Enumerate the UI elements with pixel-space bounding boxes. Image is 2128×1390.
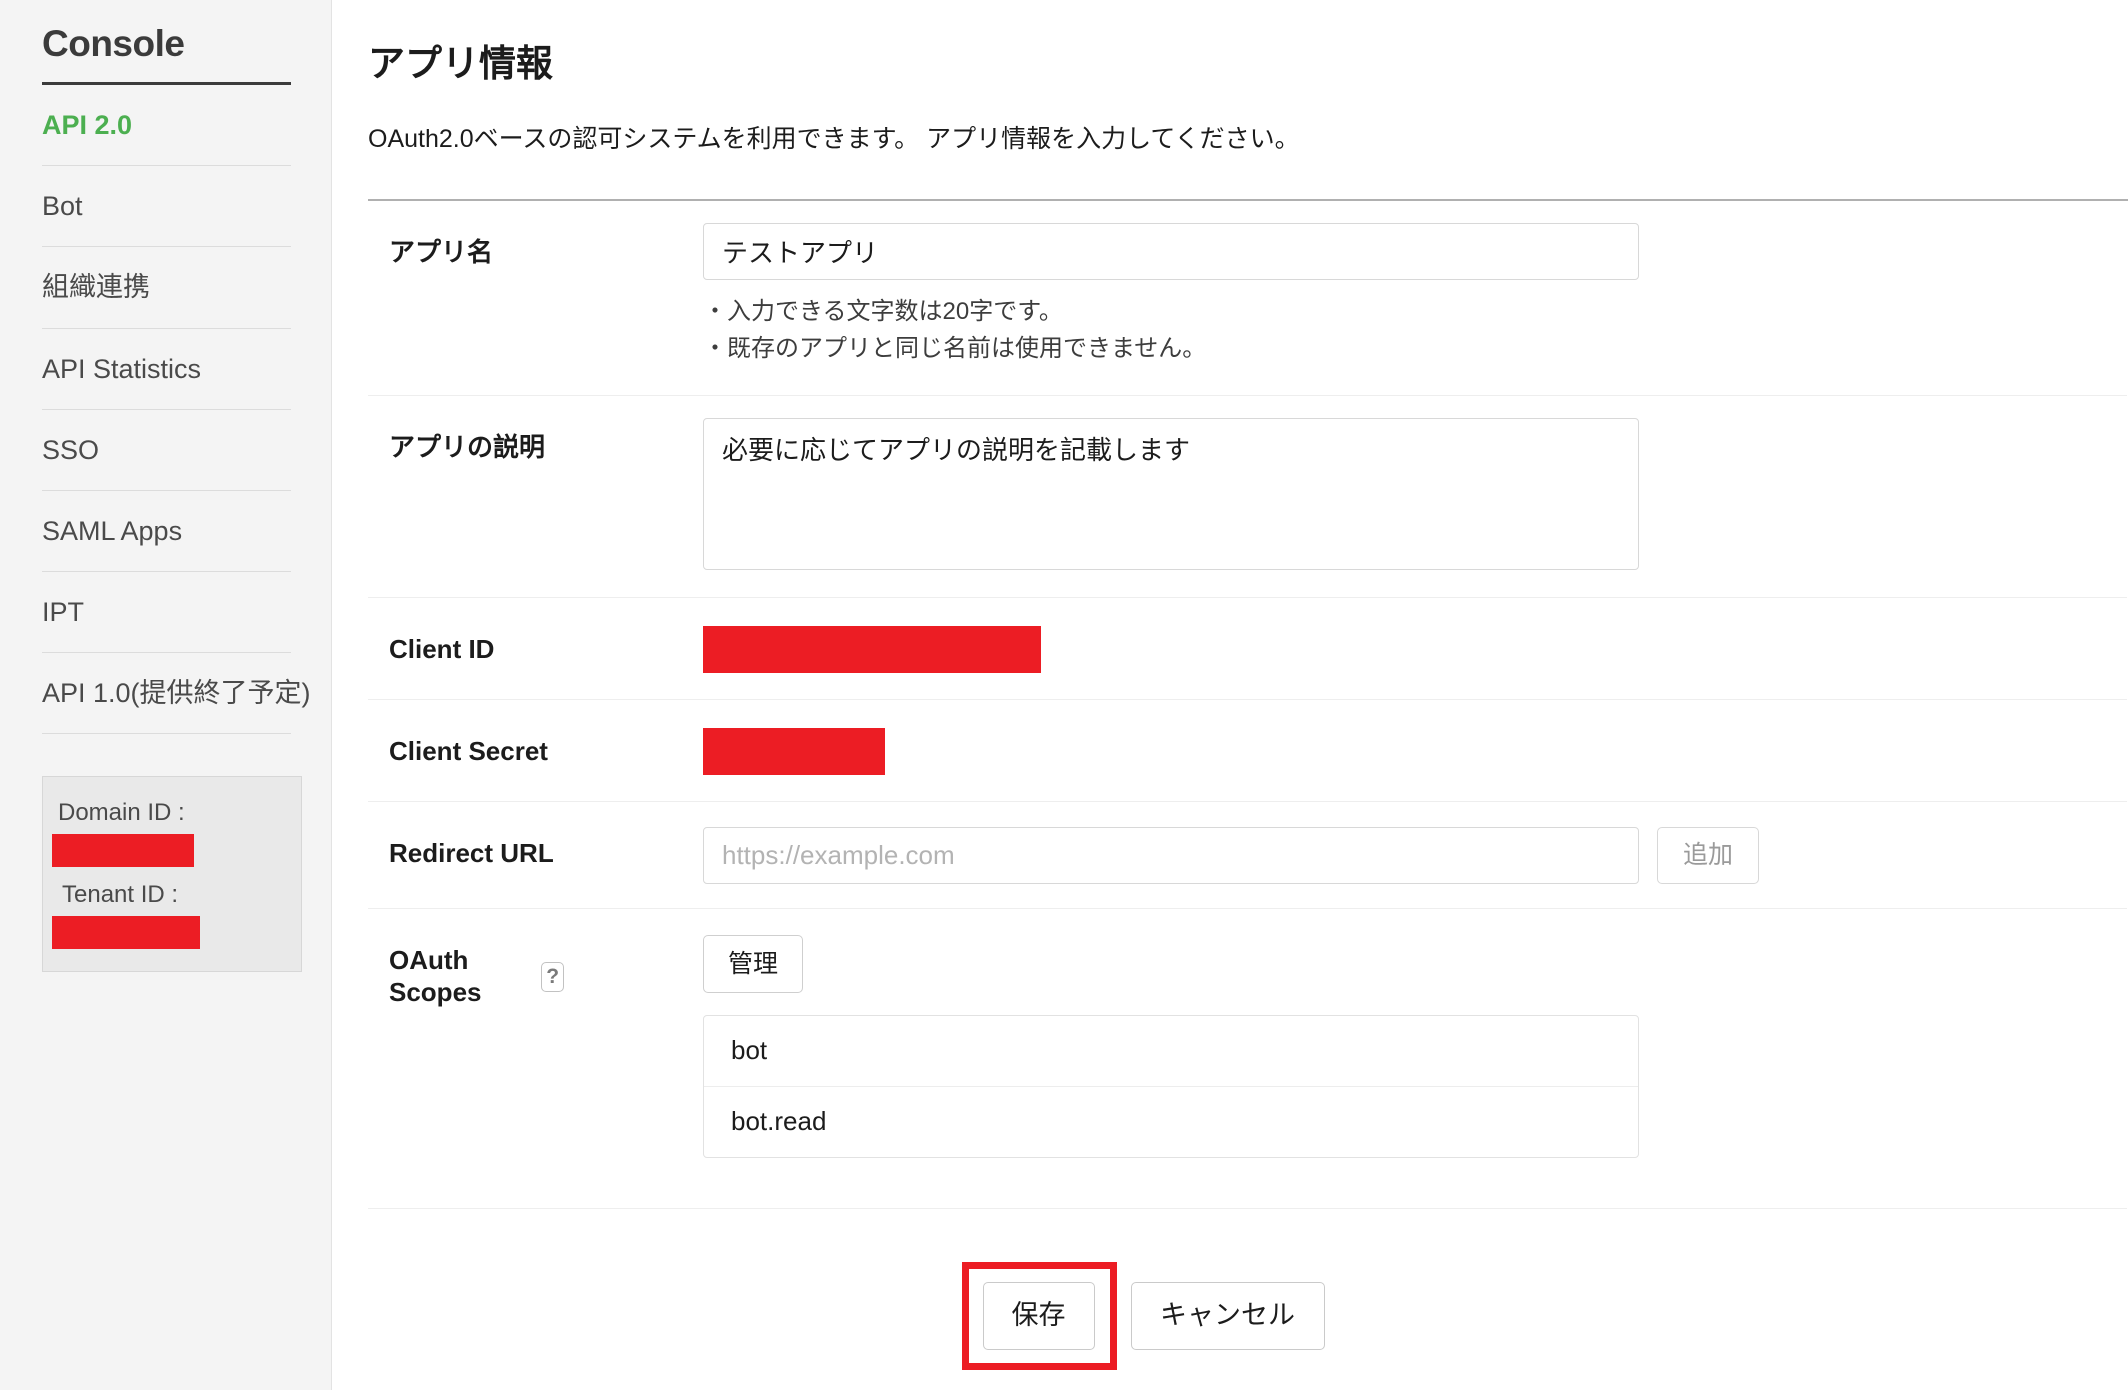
sidebar: Console API 2.0 Bot 組織連携 API Statistics … — [0, 0, 332, 1390]
app-description-field-wrap — [564, 396, 2127, 597]
client-id-label: Client ID — [389, 634, 495, 665]
tenant-id-label: Tenant ID : — [62, 880, 179, 908]
redirect-url-label: Redirect URL — [389, 838, 554, 869]
oauth-scopes-label-text: OAuth Scopes — [389, 945, 482, 1007]
form-row-app-name: アプリ名 ・入力できる文字数は20字です。 ・既存のアプリと同じ名前は使用できま… — [368, 201, 2127, 397]
redirect-url-field-wrap: 追加 — [564, 802, 2127, 908]
save-button[interactable]: 保存 — [982, 1281, 1095, 1350]
sidebar-item-org-link[interactable]: 組織連携 — [42, 247, 291, 329]
sidebar-item-bot[interactable]: Bot — [42, 166, 291, 248]
app-name-input[interactable] — [703, 223, 1639, 281]
app-name-hint-2: ・既存のアプリと同じ名前は使用できません。 — [703, 334, 1207, 362]
sidebar-inner: Console API 2.0 Bot 組織連携 API Statistics … — [0, 0, 331, 972]
app-name-hint-1: ・入力できる文字数は20字です。 — [703, 298, 1063, 326]
save-button-highlight: 保存 — [961, 1261, 1117, 1370]
oauth-scopes-label: OAuth Scopes ? — [368, 909, 564, 1007]
client-secret-redacted-value — [703, 728, 885, 776]
identity-info-box: Domain ID : Tenant ID : — [42, 775, 302, 972]
sidebar-nav: API 2.0 Bot 組織連携 API Statistics SSO SAML… — [42, 85, 311, 734]
app-root: Console API 2.0 Bot 組織連携 API Statistics … — [0, 0, 2128, 1390]
question-mark-icon[interactable]: ? — [541, 961, 564, 992]
form-row-client-secret: Client Secret — [368, 700, 2127, 803]
client-secret-label: Client Secret — [389, 736, 548, 767]
console-title: Console — [42, 0, 291, 86]
oauth-scopes-field-wrap: 管理 bot bot.read — [564, 909, 2127, 1208]
domain-id-label: Domain ID : — [58, 798, 185, 826]
sidebar-item-sso[interactable]: SSO — [42, 410, 291, 491]
manage-scopes-button[interactable]: 管理 — [703, 935, 803, 994]
form-row-redirect-url: Redirect URL 追加 — [368, 802, 2127, 910]
sidebar-item-ipt[interactable]: IPT — [42, 572, 291, 653]
sidebar-item-api-2-0[interactable]: API 2.0 — [42, 85, 291, 167]
cancel-button[interactable]: キャンセル — [1130, 1281, 1325, 1350]
app-name-label: アプリ名 — [389, 237, 494, 268]
form-row-oauth-scopes: OAuth Scopes ? 管理 bot bot.read — [368, 909, 2127, 1209]
page-description: OAuth2.0ベースの認可システムを利用できます。 アプリ情報を入力してくださ… — [368, 125, 1300, 154]
oauth-scopes-list: bot bot.read — [703, 1015, 1639, 1158]
app-name-hints: ・入力できる文字数は20字です。 ・既存のアプリと同じ名前は使用できません。 — [703, 294, 2127, 367]
sidebar-item-saml-apps[interactable]: SAML Apps — [42, 491, 291, 572]
redirect-url-line: 追加 — [703, 802, 2127, 908]
client-id-redacted-value — [703, 626, 1041, 674]
page-title: アプリ情報 — [368, 43, 553, 84]
sidebar-item-api-statistics[interactable]: API Statistics — [42, 329, 291, 410]
form-actions: 保存 キャンセル — [368, 1209, 2128, 1370]
list-item[interactable]: bot.read — [704, 1087, 1638, 1157]
client-secret-field-wrap — [564, 700, 2127, 801]
tenant-id-redacted-value — [52, 915, 200, 949]
app-description-textarea[interactable] — [703, 418, 1639, 571]
form-row-app-description: アプリの説明 — [368, 396, 2127, 599]
app-name-field-wrap: ・入力できる文字数は20字です。 ・既存のアプリと同じ名前は使用できません。 — [564, 201, 2127, 395]
main-inner: アプリ情報 OAuth2.0ベースの認可システムを利用できます。 アプリ情報を入… — [332, 0, 2128, 1370]
sidebar-item-api-1-0[interactable]: API 1.0(提供終了予定) — [42, 653, 311, 734]
app-description-label: アプリの説明 — [389, 432, 546, 463]
list-item[interactable]: bot — [704, 1016, 1638, 1088]
add-redirect-url-button[interactable]: 追加 — [1657, 827, 1759, 885]
app-info-form: アプリ名 ・入力できる文字数は20字です。 ・既存のアプリと同じ名前は使用できま… — [368, 199, 2128, 1209]
redirect-url-input[interactable] — [703, 827, 1639, 885]
main-content: アプリ情報 OAuth2.0ベースの認可システムを利用できます。 アプリ情報を入… — [332, 0, 2128, 1390]
form-row-client-id: Client ID — [368, 598, 2127, 701]
client-id-field-wrap — [564, 598, 2127, 699]
domain-id-redacted-value — [52, 833, 194, 867]
